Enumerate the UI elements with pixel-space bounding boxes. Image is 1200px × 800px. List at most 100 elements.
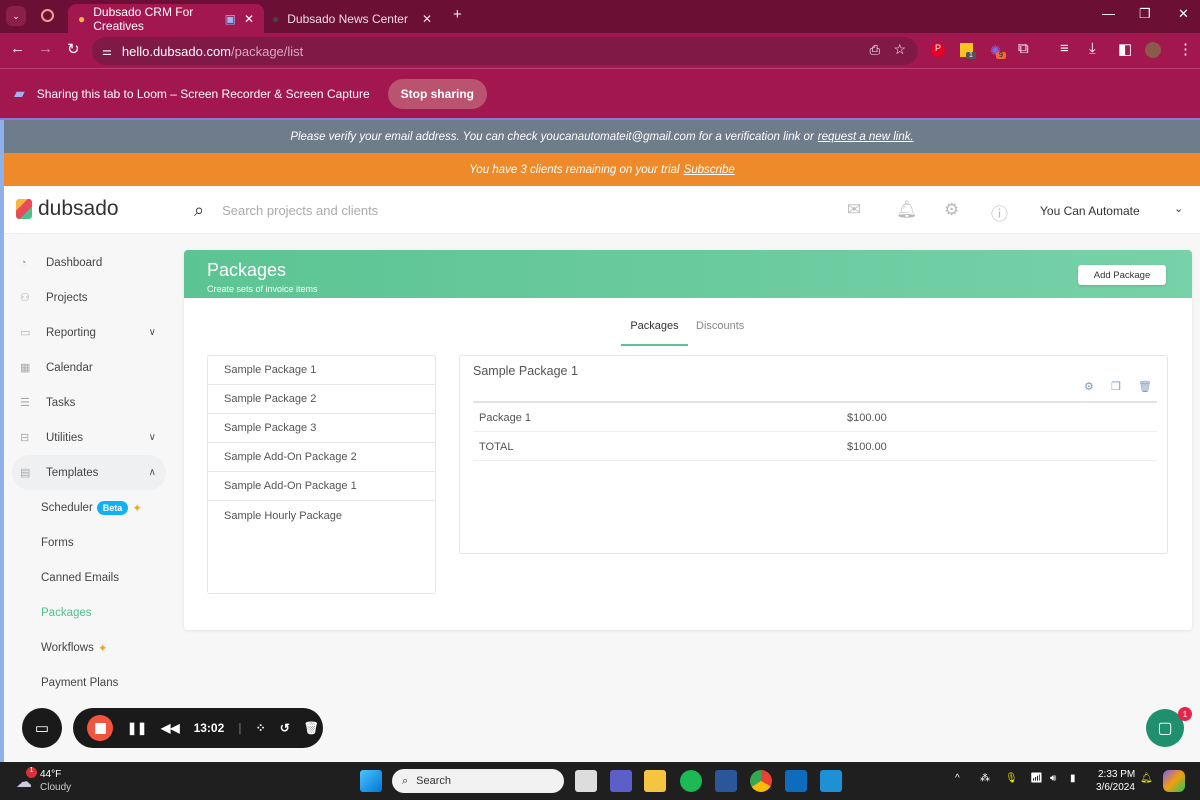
restart-button[interactable]: ↺ <box>280 721 290 735</box>
stop-recording-button[interactable] <box>87 715 113 741</box>
copilot-icon[interactable] <box>1163 770 1185 792</box>
draw-grid-button[interactable]: ⁘ <box>256 721 266 735</box>
search-input[interactable]: Search projects and clients <box>222 203 378 218</box>
tab-packages[interactable]: Packages <box>621 320 688 346</box>
pinterest-extension-icon[interactable]: P <box>931 43 945 57</box>
sidebar-sub-scheduler[interactable]: Scheduler Beta ✦ <box>4 490 174 525</box>
user-menu[interactable]: You Can Automate <box>1040 204 1140 218</box>
download-icon[interactable]: ⤓ <box>1089 40 1096 57</box>
start-button[interactable] <box>360 770 382 792</box>
tab-discounts[interactable]: Discounts <box>696 320 744 344</box>
close-tab-icon[interactable]: ✕ <box>244 12 254 26</box>
gear-icon[interactable]: ⚙ <box>944 200 959 220</box>
request-new-link[interactable]: request a new link. <box>818 131 914 143</box>
list-item[interactable]: Sample Package 3 <box>208 414 435 443</box>
list-item[interactable]: Sample Package 2 <box>208 385 435 414</box>
address-bar[interactable]: ⚌ hello.dubsado.com/package/list ⎙ ☆ <box>92 37 918 65</box>
dropbox-icon[interactable]: ⁂ <box>980 773 990 784</box>
dubsado-logo[interactable]: dubsado <box>16 197 119 221</box>
menu-icon[interactable]: ⋮ <box>1178 40 1193 58</box>
restore-button[interactable]: ❐ <box>1139 6 1151 22</box>
reporting-icon: ▭ <box>20 327 31 339</box>
chrome-icon[interactable] <box>750 770 772 792</box>
media-control-icon[interactable]: ≡ <box>1060 40 1069 57</box>
tab-news-center[interactable]: ● Dubsado News Center ✕ <box>262 4 442 33</box>
close-window-button[interactable]: ✕ <box>1178 6 1189 22</box>
sidebar-sub-canned-emails[interactable]: Canned Emails <box>4 560 174 595</box>
taskbar-search[interactable]: ⌕ Search <box>392 769 564 793</box>
chevron-up-icon[interactable]: ^ <box>955 773 960 784</box>
bell-icon[interactable]: 🔔︎ <box>896 200 918 220</box>
chat-icon: ▢ <box>1157 720 1173 737</box>
list-item[interactable]: Sample Package 1 <box>208 356 435 385</box>
sidebar-sub-payment-plans[interactable]: Payment Plans <box>4 665 174 700</box>
pause-button[interactable]: ❚❚ <box>127 721 147 735</box>
sidebar-sub-workflows[interactable]: Workflows ✦ <box>4 630 174 665</box>
sidebar-item-dashboard[interactable]: ◔ Dashboard <box>4 245 174 280</box>
table-row: Package 1 $100.00 <box>473 403 1157 432</box>
subscribe-link[interactable]: Subscribe <box>684 164 735 176</box>
sidebar-item-calendar[interactable]: ▦ Calendar <box>4 350 174 385</box>
install-app-icon[interactable]: ⎙ <box>870 42 880 58</box>
sidebar-item-templates[interactable]: ▤ Templates ∧ <box>12 455 166 490</box>
store-icon[interactable] <box>820 770 842 792</box>
trash-button[interactable]: 🗑︎ <box>304 721 319 735</box>
minimize-button[interactable]: — <box>1102 6 1115 21</box>
sidebar-item-projects[interactable]: ⚇ Projects <box>4 280 174 315</box>
volume-icon[interactable]: 🔊︎ <box>1050 773 1056 784</box>
list-item[interactable]: Sample Add-On Package 1 <box>208 472 435 501</box>
stop-sharing-button[interactable]: Stop sharing <box>387 78 487 109</box>
bookmark-star-icon[interactable]: ☆ <box>893 41 906 58</box>
word-icon[interactable] <box>715 770 737 792</box>
beta-badge: Beta <box>96 500 129 515</box>
site-info-icon[interactable]: ⚌ <box>102 45 112 58</box>
back-button[interactable]: ← <box>10 40 25 57</box>
verify-email-banner: Please verify your email address. You ca… <box>4 120 1200 153</box>
tab-dubsado-crm[interactable]: ● Dubsado CRM For Creatives ▣ ✕ <box>68 4 264 33</box>
close-tab-icon[interactable]: ✕ <box>422 12 432 26</box>
mail-icon[interactable]: ✉ <box>847 200 861 220</box>
recording-icon <box>41 9 54 22</box>
sidebar-sub-forms[interactable]: Forms <box>4 525 174 560</box>
notification-bell-icon[interactable]: 🔔︎ <box>1140 773 1153 784</box>
reload-button[interactable]: ↻ <box>67 40 80 58</box>
duplicate-icon[interactable]: ❐ <box>1111 380 1121 393</box>
extensions-puzzle-icon[interactable]: ⧉ <box>1018 40 1029 57</box>
side-panel-icon[interactable]: ◧ <box>1118 40 1132 58</box>
file-explorer-icon[interactable] <box>644 770 666 792</box>
gear-icon[interactable]: ⚙ <box>1084 380 1094 393</box>
sidebar-sub-packages[interactable]: Packages <box>4 595 174 630</box>
sparkle-icon: ✦ <box>132 502 142 515</box>
list-item[interactable]: Sample Add-On Package 2 <box>208 443 435 472</box>
loom-camera-button[interactable]: ▭ <box>22 708 62 748</box>
toolbox-icon: ⊟ <box>20 432 30 444</box>
sidebar-item-reporting[interactable]: ▭ Reporting ∨ <box>4 315 174 350</box>
forward-button[interactable]: → <box>38 40 53 57</box>
rewind-button[interactable]: ◀◀ <box>161 721 179 735</box>
clock-date[interactable]: 3/6/2024 <box>1096 782 1135 793</box>
add-package-button[interactable]: Add Package <box>1078 265 1166 285</box>
sidebar-item-utilities[interactable]: ⊟ Utilities ∨ <box>4 420 174 455</box>
wifi-icon[interactable]: 📶︎ <box>1030 773 1043 784</box>
trash-icon[interactable]: 🗑︎ <box>1138 380 1152 393</box>
teams-icon[interactable] <box>610 770 632 792</box>
chevron-down-icon[interactable]: ⌄ <box>1174 202 1183 215</box>
help-icon[interactable]: ⓘ <box>991 200 1008 225</box>
battery-icon[interactable]: ▮ <box>1070 773 1076 784</box>
app-header: dubsado ⌕ Search projects and clients ✉ … <box>4 186 1200 234</box>
clock-time[interactable]: 2:33 PM <box>1098 769 1135 780</box>
chevron-down-icon: ∨ <box>148 432 156 443</box>
new-tab-button[interactable]: + <box>453 6 462 23</box>
list-item[interactable]: Sample Hourly Package <box>208 501 435 530</box>
tab-search-button[interactable]: ⌄ <box>6 6 26 26</box>
microphone-icon[interactable]: 🎙︎ <box>1005 773 1018 784</box>
search-icon: ⌕ <box>194 200 205 220</box>
outlook-icon[interactable] <box>785 770 807 792</box>
spotify-icon[interactable] <box>680 770 702 792</box>
search-bar[interactable]: ⌕ Search projects and clients <box>194 200 378 221</box>
weather-temp[interactable]: 44°F <box>40 769 61 780</box>
tab-strip: ⌄ ● Dubsado CRM For Creatives ▣ ✕ ● Dubs… <box>0 0 1200 33</box>
profile-avatar[interactable] <box>1145 42 1161 58</box>
task-view-icon[interactable] <box>575 770 597 792</box>
sidebar-item-tasks[interactable]: ☰ Tasks <box>4 385 174 420</box>
